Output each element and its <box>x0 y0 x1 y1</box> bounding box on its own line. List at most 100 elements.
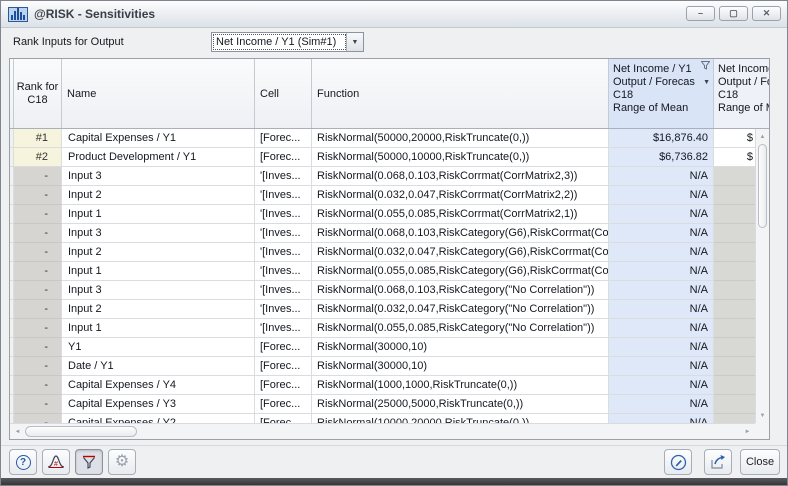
table-row[interactable]: -Capital Expenses / Y2[Forec...RiskNorma… <box>10 414 769 423</box>
table-row[interactable]: -Input 1'[Inves...RiskNormal(0.055,0.085… <box>10 319 769 338</box>
column-header-output2[interactable]: Net Income / Output / For C18 Range of M… <box>714 59 769 128</box>
close-button-label: Close <box>746 456 774 468</box>
function-cell: RiskNormal(0.055,0.085,RiskCategory(G6),… <box>312 262 609 281</box>
rank-cell: - <box>14 205 62 224</box>
cell-header-label: Cell <box>260 88 279 100</box>
rank-cell: - <box>14 224 62 243</box>
range-of-mean-cell: $16,876.40 <box>609 129 714 148</box>
help-button[interactable]: ? <box>9 449 37 475</box>
scroll-up-button[interactable]: ▲ <box>756 130 769 143</box>
maximize-icon: ▢ <box>729 9 738 18</box>
rank-cell: #1 <box>14 129 62 148</box>
table-row[interactable]: -Input 1'[Inves...RiskNormal(0.055,0.085… <box>10 205 769 224</box>
table-row[interactable]: #1Capital Expenses / Y1[Forec...RiskNorm… <box>10 129 769 148</box>
window-close-button[interactable]: ✕ <box>752 6 781 21</box>
table-row[interactable]: -Y1[Forec...RiskNormal(30000,10)N/A <box>10 338 769 357</box>
scroll-right-button[interactable]: ► <box>741 424 754 439</box>
table-row[interactable]: -Input 3'[Inves...RiskNormal(0.068,0.103… <box>10 167 769 186</box>
cell-ref-cell: [Forec... <box>255 357 312 376</box>
window-bottom-edge <box>1 478 787 485</box>
table-row[interactable]: -Input 3'[Inves...RiskNormal(0.068,0.103… <box>10 224 769 243</box>
export-arrow-icon <box>709 454 727 470</box>
minimize-button[interactable]: – <box>686 6 715 21</box>
name-cell: Input 2 <box>62 300 255 319</box>
edit-report-button[interactable] <box>664 449 692 475</box>
function-cell: RiskNormal(30000,10) <box>312 357 609 376</box>
range-of-mean-cell: N/A <box>609 319 714 338</box>
range-of-mean-cell: N/A <box>609 414 714 423</box>
table-row[interactable]: -Date / Y1[Forec...RiskNormal(30000,10)N… <box>10 357 769 376</box>
cell-ref-cell: '[Inves... <box>255 243 312 262</box>
table-row[interactable]: -Input 1'[Inves...RiskNormal(0.055,0.085… <box>10 262 769 281</box>
function-cell: RiskNormal(50000,20000,RiskTruncate(0,)) <box>312 129 609 148</box>
horizontal-scrollbar[interactable]: ◄ ► <box>10 423 755 439</box>
sort-arrow-icon[interactable]: ▼ <box>703 76 710 89</box>
export-button[interactable] <box>704 449 732 475</box>
scroll-left-button[interactable]: ◄ <box>11 424 24 439</box>
table-row[interactable]: -Capital Expenses / Y4[Forec...RiskNorma… <box>10 376 769 395</box>
range-of-mean-cell: N/A <box>609 281 714 300</box>
table-row[interactable]: -Input 3'[Inves...RiskNormal(0.068,0.103… <box>10 281 769 300</box>
column-header-name[interactable]: Name <box>62 59 255 128</box>
table-row[interactable]: -Capital Expenses / Y3[Forec...RiskNorma… <box>10 395 769 414</box>
table-header: Rank for C18 Name Cell Function Net Inco… <box>10 59 769 129</box>
range-of-mean-cell: $6,736.82 <box>609 148 714 167</box>
name-cell: Input 3 <box>62 224 255 243</box>
chevron-down-icon: ▼ <box>352 39 359 46</box>
output1-line4: Range of Mean <box>613 102 688 115</box>
range-of-mean-cell: N/A <box>609 224 714 243</box>
rank-cell: - <box>14 186 62 205</box>
output-selector[interactable]: Net Income / Y1 (Sim#1) ▼ <box>211 32 364 52</box>
table-body: #1Capital Expenses / Y1[Forec...RiskNorm… <box>10 129 769 423</box>
horizontal-scroll-thumb[interactable] <box>25 426 137 437</box>
rank-header-line2: C18 <box>27 94 47 107</box>
function-cell: RiskNormal(10000,20000,RiskTruncate(0,)) <box>312 414 609 423</box>
output-selector-dropdown-button[interactable]: ▼ <box>346 33 363 51</box>
function-header-label: Function <box>317 88 359 100</box>
maximize-button[interactable]: ▢ <box>719 6 748 21</box>
name-cell: Capital Expenses / Y4 <box>62 376 255 395</box>
rank-cell: - <box>14 414 62 423</box>
rank-cell: - <box>14 376 62 395</box>
close-icon: ✕ <box>763 9 771 18</box>
vertical-scrollbar[interactable]: ▲ ▼ <box>755 129 769 423</box>
table-row[interactable]: -Input 2'[Inves...RiskNormal(0.032,0.047… <box>10 243 769 262</box>
rank-cell: - <box>14 281 62 300</box>
output2-line2: Output / For <box>718 76 769 89</box>
cell-ref-cell: '[Inves... <box>255 205 312 224</box>
vertical-scroll-thumb[interactable] <box>758 144 767 228</box>
name-cell: Input 2 <box>62 243 255 262</box>
pen-circle-icon <box>670 454 687 471</box>
column-header-cell[interactable]: Cell <box>255 59 312 128</box>
funnel-icon <box>81 454 97 470</box>
function-cell: RiskNormal(0.032,0.047,RiskCategory(G6),… <box>312 243 609 262</box>
scroll-down-button[interactable]: ▼ <box>756 409 769 422</box>
name-cell: Input 1 <box>62 262 255 281</box>
bottom-toolbar: ? # ⚙ <box>1 445 787 478</box>
function-cell: RiskNormal(0.032,0.047,RiskCategory("No … <box>312 300 609 319</box>
name-cell: Date / Y1 <box>62 357 255 376</box>
filter-button[interactable] <box>75 449 103 475</box>
close-button[interactable]: Close <box>740 449 780 475</box>
table-row[interactable]: -Input 2'[Inves...RiskNormal(0.032,0.047… <box>10 300 769 319</box>
table-row[interactable]: #2Product Development / Y1[Forec...RiskN… <box>10 148 769 167</box>
rank-cell: - <box>14 338 62 357</box>
column-header-output1[interactable]: Net Income / Y1 Output / Forecas C18 Ran… <box>609 59 714 128</box>
column-header-rank[interactable]: Rank for C18 <box>14 59 62 128</box>
range-of-mean-cell: N/A <box>609 357 714 376</box>
name-cell: Input 1 <box>62 319 255 338</box>
filter-funnel-icon[interactable] <box>701 61 710 74</box>
cell-ref-cell: [Forec... <box>255 338 312 357</box>
name-header-label: Name <box>67 88 96 100</box>
name-cell: Input 3 <box>62 281 255 300</box>
name-cell: Input 2 <box>62 186 255 205</box>
minimize-icon: – <box>698 9 703 18</box>
column-header-function[interactable]: Function <box>312 59 609 128</box>
table-row[interactable]: -Input 2'[Inves...RiskNormal(0.032,0.047… <box>10 186 769 205</box>
function-cell: RiskNormal(50000,10000,RiskTruncate(0,)) <box>312 148 609 167</box>
distribution-button[interactable]: # <box>42 449 70 475</box>
sensitivities-table: Rank for C18 Name Cell Function Net Inco… <box>9 58 770 440</box>
rank-inputs-label: Rank Inputs for Output <box>13 33 124 52</box>
settings-button[interactable]: ⚙ <box>108 449 136 475</box>
titlebar[interactable]: @RISK - Sensitivities – ▢ ✕ <box>1 1 787 28</box>
